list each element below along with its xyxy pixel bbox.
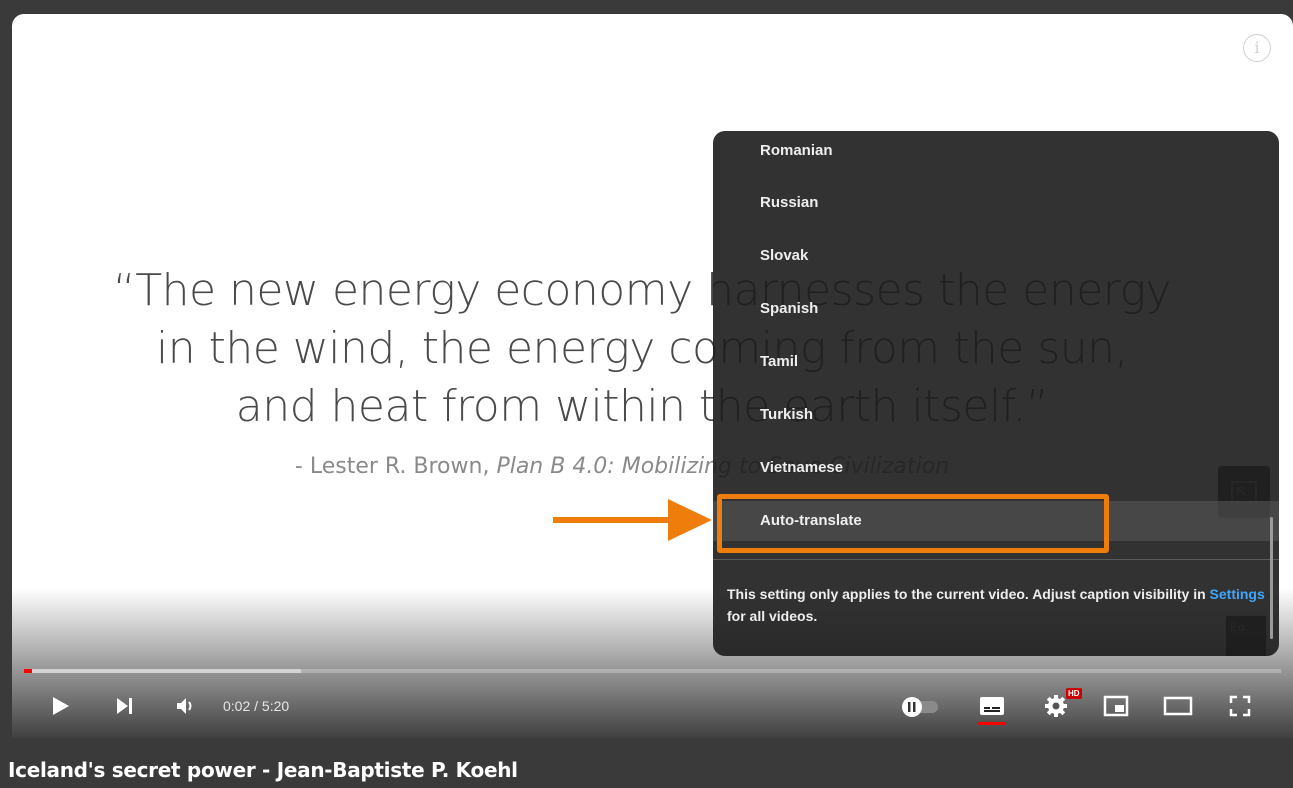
fullscreen-button[interactable] — [1220, 684, 1260, 728]
captions-active-indicator — [978, 722, 1006, 725]
annotation-arrow — [553, 517, 673, 523]
progress-played — [24, 669, 32, 673]
next-button[interactable] — [104, 684, 144, 728]
autoplay-toggle[interactable] — [896, 684, 944, 728]
captions-language-menu: Romanian Russian Slovak Spanish Tamil Tu… — [713, 131, 1279, 656]
menu-item-tamil[interactable]: Tamil — [713, 342, 1279, 382]
miniplayer-button[interactable] — [1096, 684, 1136, 728]
progress-bar[interactable] — [24, 669, 1281, 673]
hd-badge: HD — [1066, 688, 1082, 699]
volume-icon — [177, 698, 192, 714]
annotation-highlight-box — [717, 494, 1109, 553]
menu-item-slovak[interactable]: Slovak — [713, 236, 1279, 276]
info-icon[interactable]: i — [1243, 34, 1271, 62]
captions-icon — [980, 697, 1004, 715]
note-text-end: for all videos. — [727, 608, 818, 624]
menu-divider — [713, 559, 1279, 560]
attribution-author: - Lester R. Brown, — [294, 454, 497, 479]
menu-item-vietnamese[interactable]: Vietnamese — [713, 448, 1279, 488]
theater-mode-icon — [1163, 696, 1193, 716]
video-title: Iceland's secret power - Jean-Baptiste P… — [8, 758, 518, 782]
volume-button[interactable] — [166, 684, 206, 728]
caption-settings-note: This setting only applies to the current… — [727, 583, 1267, 627]
player-controls: 0:02 / 5:20 HD — [12, 684, 1293, 728]
menu-item-spanish[interactable]: Spanish — [713, 289, 1279, 329]
note-text-start: This setting only applies to the current… — [727, 586, 1210, 602]
play-button[interactable] — [40, 684, 80, 728]
annotation-arrow-head — [668, 499, 712, 541]
menu-scrollbar[interactable] — [1270, 517, 1273, 639]
progress-buffered — [24, 669, 301, 673]
menu-item-romanian[interactable]: Romanian — [713, 131, 1279, 171]
autoplay-toggle-icon — [902, 697, 938, 717]
menu-item-turkish[interactable]: Turkish — [713, 395, 1279, 435]
play-icon — [53, 697, 69, 715]
time-display: 0:02 / 5:20 — [223, 698, 290, 714]
next-icon — [117, 698, 132, 714]
fullscreen-icon — [1229, 695, 1251, 717]
miniplayer-icon — [1103, 695, 1129, 717]
theater-mode-button[interactable] — [1158, 684, 1198, 728]
menu-item-russian[interactable]: Russian — [713, 183, 1279, 223]
settings-link[interactable]: Settings — [1210, 586, 1265, 602]
